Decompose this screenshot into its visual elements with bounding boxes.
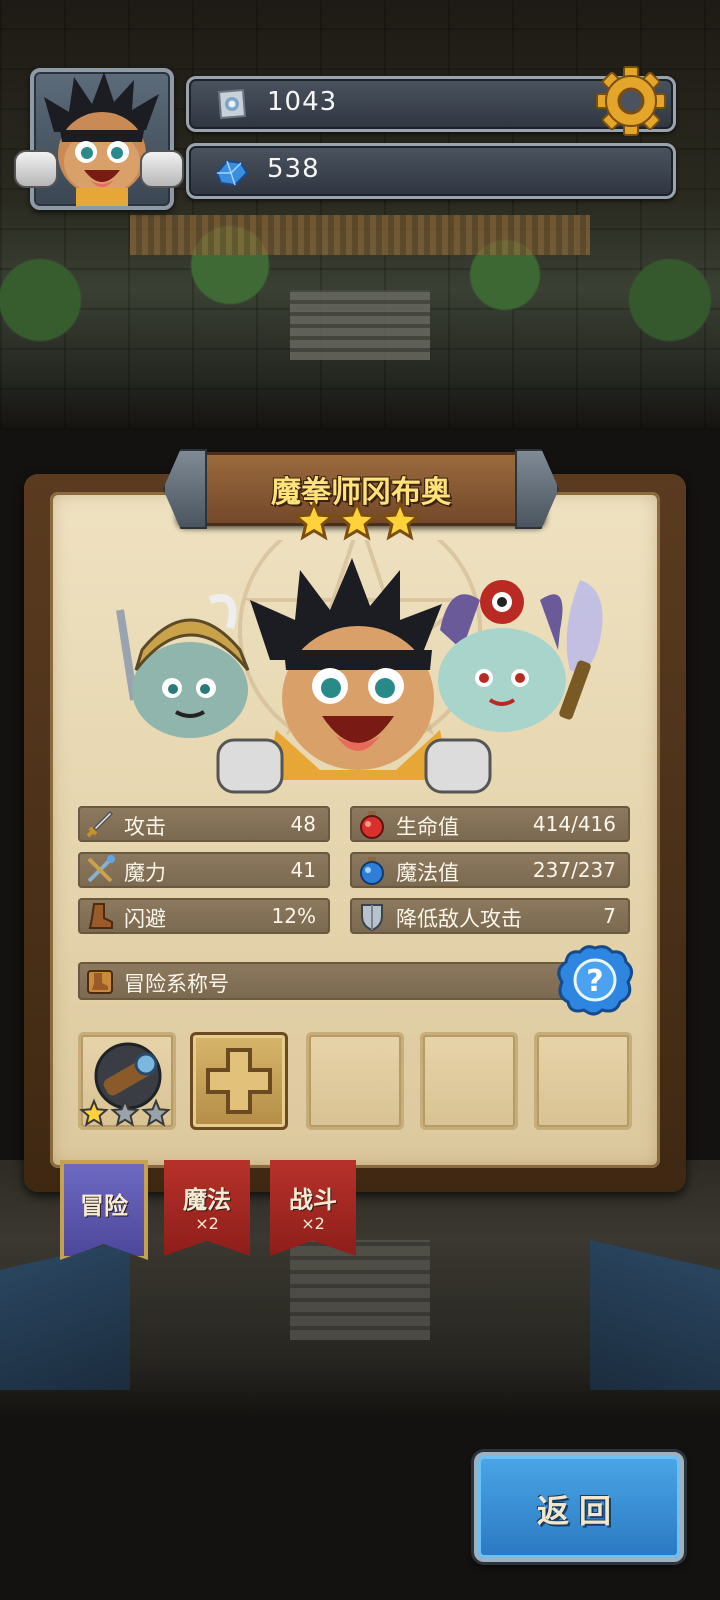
stat-defense-value: 7 [603, 904, 616, 928]
equip-slot-add[interactable] [190, 1032, 288, 1130]
stat-defense-label: 降低敌人攻击 [396, 907, 522, 931]
equip-slot-5[interactable] [534, 1032, 632, 1130]
hero-portrait [116, 540, 603, 794]
help-glyph: ? [586, 964, 603, 999]
tab-magic-multiplier: ×2 [195, 1214, 219, 1233]
stat-magic-label: 魔力 [124, 861, 166, 885]
back-button-label: 返回 [536, 1492, 621, 1530]
sword-icon [86, 810, 114, 838]
stat-magic: 魔力 41 [78, 852, 330, 888]
background-roof [130, 215, 590, 255]
armored-companion-icon [116, 594, 250, 738]
boot-scroll-icon [87, 970, 113, 994]
crossed-wand-icon [87, 855, 115, 883]
red-potion-icon [360, 811, 384, 839]
stat-mp: 魔法值 237/237 [350, 852, 630, 888]
rank-star-icon [335, 500, 379, 541]
stat-magic-value: 41 [290, 858, 316, 882]
gem-count: 538 [267, 154, 320, 184]
gear-icon[interactable] [594, 64, 668, 138]
stat-defense: 降低敌人攻击 7 [350, 898, 630, 934]
stat-attack: 攻击 48 [78, 806, 330, 842]
stat-hp: 生命值 414/416 [350, 806, 630, 842]
blue-gem-icon [215, 159, 249, 187]
blue-potion-icon [360, 857, 384, 885]
rank-star-icon [292, 500, 336, 541]
telescope-icon [79, 1042, 171, 1127]
currency-bar-gems: 538 [186, 143, 676, 199]
stat-dodge-value: 12% [271, 904, 316, 928]
star-filled-icon [79, 1098, 109, 1127]
demon-companion-icon [438, 580, 603, 732]
rank-star-icon [378, 500, 422, 541]
tab-combat-label: 战斗 [289, 1186, 337, 1214]
stat-dodge: 闪避 12% [78, 898, 330, 934]
background-lower-steps [290, 1240, 430, 1340]
equip-slot-3[interactable] [306, 1032, 404, 1130]
tab-magic-label: 魔法 [183, 1186, 231, 1214]
back-button[interactable]: 返回 [474, 1452, 684, 1562]
background-steps [290, 290, 430, 360]
stat-dodge-label: 闪避 [124, 907, 166, 931]
stat-hp-label: 生命值 [396, 815, 459, 839]
shield-icon [361, 904, 383, 932]
tab-adventure-label: 冒险 [80, 1192, 128, 1220]
stat-hp-value: 414/416 [532, 812, 616, 836]
boot-icon [88, 903, 113, 929]
token-count: 1043 [267, 87, 338, 117]
stat-mp-value: 237/237 [532, 858, 616, 882]
player-avatar[interactable] [30, 68, 174, 210]
stat-attack-label: 攻击 [124, 815, 166, 839]
avatar-fist-right [140, 150, 184, 188]
adventure-title-row[interactable]: 冒险系称号 [78, 962, 598, 1000]
star-empty-icon [141, 1098, 171, 1127]
rank-stars [292, 500, 422, 541]
plus-icon [206, 1048, 272, 1114]
avatar-fist-left [14, 150, 58, 188]
silver-token-icon [217, 88, 247, 120]
help-icon[interactable]: ? [556, 944, 634, 1016]
stat-mp-label: 魔法值 [396, 861, 459, 885]
adventure-title-label: 冒险系称号 [124, 972, 229, 996]
stat-attack-value: 48 [290, 812, 316, 836]
tab-combat-multiplier: ×2 [301, 1214, 325, 1233]
equip-slot-1[interactable] [78, 1032, 176, 1130]
equip-slot-4[interactable] [420, 1032, 518, 1130]
